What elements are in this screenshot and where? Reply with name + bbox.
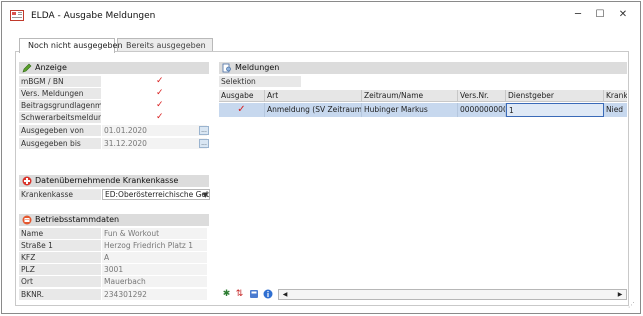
row-value: Fun & Workout (102, 228, 207, 239)
column-header-ausgabe[interactable]: Ausgabe (219, 90, 265, 102)
cell-krankenkasse: Nied (604, 103, 627, 117)
row-label: Name (19, 228, 101, 239)
cell-name: Hubinger Markus (362, 103, 458, 117)
krankenkasse-row: Krankenkasse ED:Oberösterreichische Geb … (19, 189, 214, 201)
von-date-field[interactable]: 01.01.2020 (102, 125, 207, 136)
cell-art: Anmeldung (SV Zeitraum ... (265, 103, 362, 117)
scroll-right-arrow-icon[interactable]: ▶ (615, 290, 625, 299)
betrieb-row-ort: Ort Mauerbach (19, 276, 209, 288)
column-header-dienstgeber[interactable]: Dienstgeber (506, 90, 604, 102)
von-date-picker-button[interactable]: ... (199, 126, 209, 135)
cell-versnr: 0000000000 (458, 103, 506, 117)
anzeige-header: Anzeige (19, 62, 209, 74)
row-label: Straße 1 (19, 240, 101, 251)
document-search-icon (222, 63, 231, 73)
anzeige-row-schwerarbeit: Schwerarbeitsmeldung ✓ (19, 112, 209, 124)
ausgegeben-bis-row: Ausgegeben bis 31.12.2020 ... (19, 138, 209, 150)
close-button[interactable]: ✕ (614, 7, 632, 23)
deselect-icon[interactable]: ⇅ (234, 289, 245, 300)
bis-date-picker-button[interactable]: ... (199, 139, 209, 148)
row-label: Beitragsgrundlagenmeld (19, 100, 101, 111)
row-value: Herzog Friedrich Platz 1 (102, 240, 207, 251)
betrieb-title: Betriebsstammdaten (35, 215, 120, 224)
row-value: 3001 (102, 264, 207, 275)
meldungen-title: Meldungen (235, 63, 280, 72)
meldungen-header: Meldungen (219, 62, 627, 74)
row-label: KFZ (19, 252, 101, 263)
bis-date-field[interactable]: 31.12.2020 (102, 138, 207, 149)
info-icon[interactable] (262, 289, 273, 300)
checkmark-icon[interactable]: ✓ (156, 111, 164, 123)
scroll-left-arrow-icon[interactable]: ◀ (280, 290, 290, 299)
company-icon (22, 215, 32, 225)
column-header-art[interactable]: Art (265, 90, 362, 102)
betrieb-row-plz: PLZ 3001 (19, 264, 209, 276)
tab-panel: Anzeige mBGM / BN ✓ Vers. Meldungen ✓ Be… (15, 51, 629, 306)
row-label: Schwerarbeitsmeldung (19, 112, 101, 123)
chevron-down-icon[interactable]: ▼ (203, 190, 208, 199)
row-value: Mauerbach (102, 276, 207, 287)
horizontal-scrollbar[interactable]: ◀ ▶ (278, 289, 627, 300)
row-label: Ort (19, 276, 101, 287)
app-icon (10, 10, 24, 21)
row-label: Vers. Meldungen (19, 88, 101, 99)
selektion-label[interactable]: Selektion (219, 76, 301, 87)
anzeige-row-beitragsgrundlagen: Beitragsgrundlagenmeld ✓ (19, 100, 209, 112)
row-value (102, 88, 207, 99)
row-value (102, 100, 207, 111)
main-window: ELDA - Ausgabe Meldungen ─ ☐ ✕ Noch nich… (1, 1, 641, 314)
betrieb-row-kfz: KFZ A (19, 252, 209, 264)
meldungen-grid: Ausgabe Art Zeitraum/Name Vers.Nr. Diens… (219, 90, 627, 290)
anzeige-row-vers-meldungen: Vers. Meldungen ✓ (19, 88, 209, 100)
tab-bereits-ausgegeben[interactable]: Bereits ausgegeben (117, 38, 213, 52)
krankenkasse-select[interactable]: ED:Oberösterreichische Geb ▼ (102, 189, 210, 200)
krankenkasse-header: Datenübernehmende Krankenkasse (19, 175, 209, 187)
betrieb-header: Betriebsstammdaten (19, 214, 209, 226)
column-header-versnr[interactable]: Vers.Nr. (458, 90, 506, 102)
checkmark-icon[interactable]: ✓ (156, 87, 164, 99)
betrieb-row-name: Name Fun & Workout (19, 228, 209, 240)
column-header-name[interactable]: Zeitraum/Name (362, 90, 458, 102)
select-all-icon[interactable]: ✱ (221, 289, 232, 300)
pencil-icon (22, 63, 32, 73)
resize-grip-icon[interactable]: ⋰ (628, 301, 636, 309)
checkmark-icon[interactable]: ✓ (156, 99, 164, 111)
row-label: mBGM / BN (19, 76, 101, 87)
krankenkasse-selected-value: ED:Oberösterreichische Geb (105, 190, 210, 199)
betrieb-row-bknr: BKNR. 234301292 (19, 289, 209, 301)
row-value (102, 112, 207, 123)
anzeige-title: Anzeige (35, 63, 67, 72)
checkmark-icon[interactable]: ✓ (156, 75, 164, 87)
row-label: PLZ (19, 264, 101, 275)
ausgabe-checkbox[interactable]: ✓ (219, 103, 265, 117)
row-value: A (102, 252, 207, 263)
row-value (102, 76, 207, 87)
anzeige-row-mbgm: mBGM / BN ✓ (19, 76, 209, 88)
column-header-krankenkasse[interactable]: Krank (604, 90, 627, 102)
insurance-icon (22, 176, 32, 186)
row-value: 234301292 (102, 289, 207, 300)
maximize-button[interactable]: ☐ (591, 7, 609, 23)
selektion-row: Selektion (219, 76, 301, 88)
betrieb-row-strasse: Straße 1 Herzog Friedrich Platz 1 (19, 240, 209, 252)
krankenkasse-label: Krankenkasse (19, 189, 101, 200)
ausgegeben-von-row: Ausgegeben von 01.01.2020 ... (19, 125, 209, 137)
tab-noch-nicht-ausgegeben[interactable]: Noch nicht ausgegeben (19, 38, 123, 53)
cell-dienstgeber-editor[interactable]: 1 (506, 103, 604, 117)
title-bar: ELDA - Ausgabe Meldungen ─ ☐ ✕ (2, 2, 640, 28)
von-label: Ausgegeben von (19, 125, 101, 136)
bis-label: Ausgegeben bis (19, 138, 101, 149)
window-title: ELDA - Ausgabe Meldungen (31, 11, 156, 21)
krankenkasse-title: Datenübernehmende Krankenkasse (35, 176, 179, 185)
export-icon[interactable] (248, 289, 259, 300)
minimize-button[interactable]: ─ (569, 7, 587, 23)
row-label: BKNR. (19, 289, 101, 300)
